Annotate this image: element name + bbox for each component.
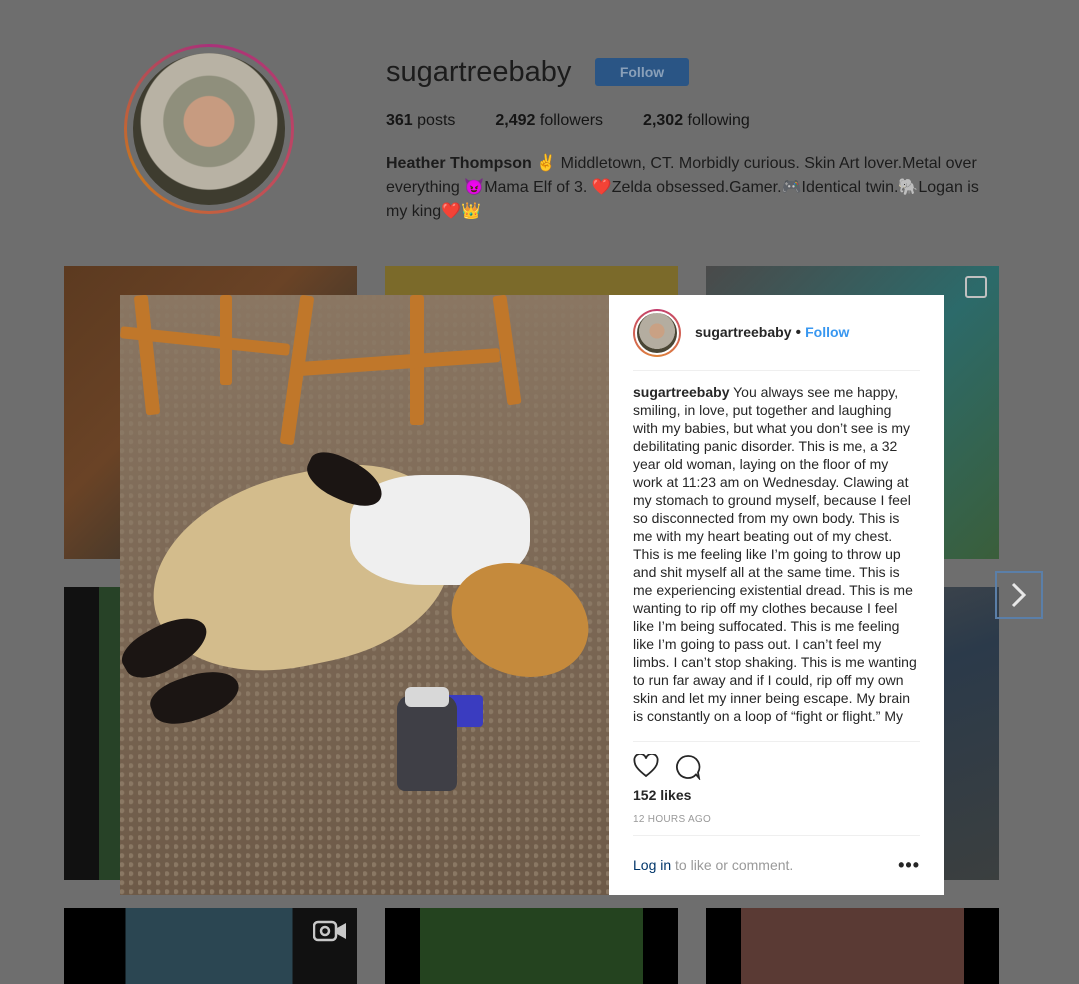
profile-avatar[interactable]	[124, 44, 294, 214]
post-sidebar: sugartreebaby • Follow sugartreebaby You a…	[609, 295, 944, 895]
grid-post[interactable]	[385, 908, 678, 984]
video-camera-icon	[313, 920, 346, 942]
caption-text: You always see me happy, smiling, in lov…	[633, 384, 917, 724]
likes-count[interactable]: 152 likes	[633, 787, 920, 803]
post-actions	[633, 741, 920, 787]
login-suffix: to like or comment.	[671, 857, 794, 873]
grid-post[interactable]	[706, 908, 999, 984]
login-link[interactable]: Log in	[633, 857, 671, 873]
chevron-right-icon	[1011, 582, 1027, 608]
profile-stats: 361 posts 2,492 followers 2,302 followin…	[386, 112, 750, 130]
following-stat[interactable]: 2,302 following	[643, 112, 750, 130]
caption-username[interactable]: sugartreebaby	[633, 384, 729, 400]
post-author-username[interactable]: sugartreebaby	[695, 324, 791, 340]
separator-dot: •	[795, 323, 802, 341]
multiple-photos-icon	[965, 276, 987, 298]
post-author-avatar[interactable]	[633, 308, 681, 357]
comment-bubble-icon[interactable]	[675, 754, 701, 780]
post-timestamp[interactable]: 12 HOURS AGO	[633, 814, 920, 836]
follow-button[interactable]: Follow	[595, 58, 689, 86]
chair-leg	[133, 295, 161, 416]
profile-bio: Heather Thompson ✌️ Middletown, CT. Morb…	[386, 155, 979, 220]
more-options-button[interactable]: •••	[898, 855, 920, 876]
profile-username: sugartreebaby	[386, 56, 572, 88]
login-prompt: Log in to like or comment. •••	[633, 836, 920, 894]
heart-icon[interactable]	[633, 754, 659, 778]
next-post-button[interactable]	[995, 571, 1043, 619]
post-caption: sugartreebaby You always see me happy, s…	[633, 383, 920, 741]
post-image[interactable]	[120, 295, 609, 895]
post-modal: sugartreebaby • Follow sugartreebaby You a…	[120, 295, 944, 895]
chair-seat	[299, 348, 501, 376]
followers-stat[interactable]: 2,492 followers	[495, 112, 603, 130]
grid-post[interactable]	[64, 908, 357, 984]
posts-stat: 361 posts	[386, 112, 456, 129]
profile-full-name: Heather Thompson	[386, 155, 532, 172]
avatar-photo	[133, 53, 285, 205]
water-bottle	[397, 695, 457, 791]
post-header: sugartreebaby • Follow	[633, 295, 920, 371]
bottle-cap	[405, 687, 449, 707]
post-follow-link[interactable]: Follow	[805, 324, 849, 340]
